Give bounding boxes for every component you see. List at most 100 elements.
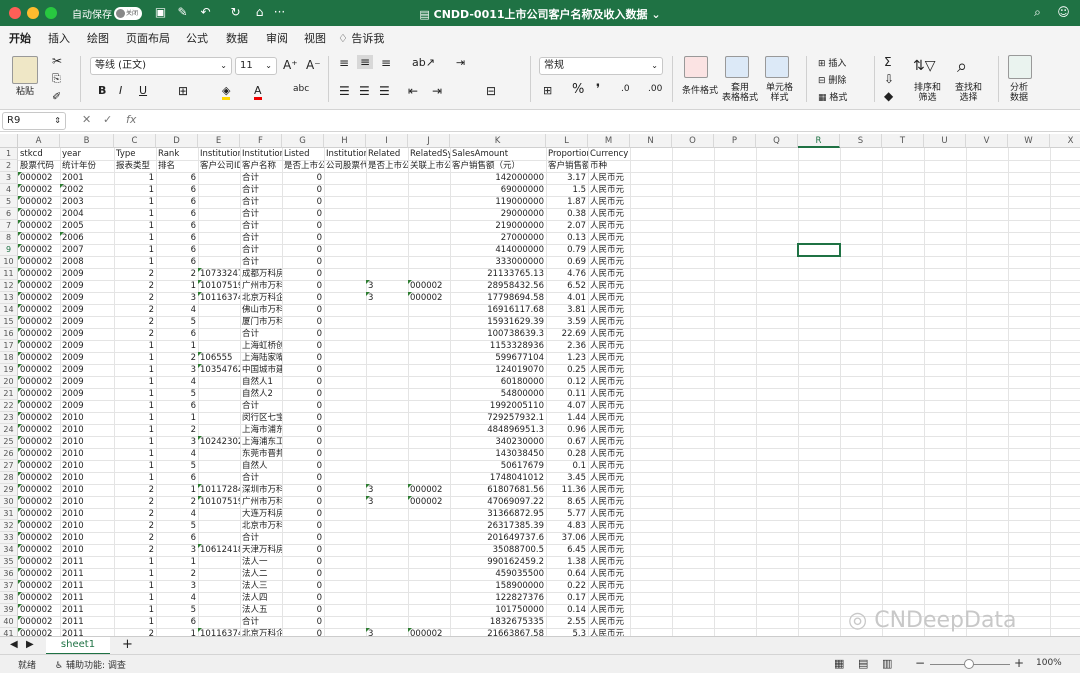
- cell[interactable]: 中国城市建: [240, 364, 282, 376]
- cell[interactable]: 2009: [60, 292, 114, 304]
- cell[interactable]: 000002: [18, 568, 60, 580]
- cell[interactable]: 2011: [60, 568, 114, 580]
- cell[interactable]: 101750000: [450, 604, 546, 616]
- cell[interactable]: 1: [156, 484, 198, 496]
- cell[interactable]: 合计: [240, 616, 282, 628]
- column-header-n[interactable]: N: [630, 134, 672, 148]
- cell[interactable]: 6: [156, 196, 198, 208]
- align-left-icon[interactable]: ☰: [339, 84, 350, 98]
- cell[interactable]: 000002: [18, 580, 60, 592]
- cell[interactable]: 000002: [18, 388, 60, 400]
- cell[interactable]: RelatedSym: [408, 148, 450, 160]
- cell[interactable]: 北京万科企: [240, 628, 282, 636]
- cell[interactable]: 2003: [60, 196, 114, 208]
- decrease-font-icon[interactable]: A⁻: [306, 58, 321, 72]
- page-break-view-icon[interactable]: ▥: [882, 657, 892, 670]
- cell[interactable]: 000002: [18, 508, 60, 520]
- align-center-icon[interactable]: ☰: [359, 84, 370, 98]
- cell[interactable]: 000002: [18, 268, 60, 280]
- cell[interactable]: Rank: [156, 148, 198, 160]
- format-painter-icon[interactable]: ✐: [52, 90, 61, 103]
- cell[interactable]: 10117284: [198, 484, 240, 496]
- row-header[interactable]: 6: [0, 208, 18, 220]
- cell[interactable]: 人民币元: [588, 340, 630, 352]
- cell[interactable]: 1: [114, 340, 156, 352]
- cell[interactable]: 2010: [60, 436, 114, 448]
- cell[interactable]: 2: [114, 280, 156, 292]
- row-header[interactable]: 16: [0, 328, 18, 340]
- cell[interactable]: 人民币元: [588, 556, 630, 568]
- cell[interactable]: 2010: [60, 412, 114, 424]
- cell[interactable]: 1: [156, 628, 198, 636]
- zoom-in-icon[interactable]: +: [1014, 656, 1024, 670]
- cell[interactable]: 客户公司ID: [198, 160, 240, 172]
- cell[interactable]: 4: [156, 448, 198, 460]
- cell[interactable]: 0: [282, 484, 324, 496]
- cell[interactable]: 成都万科房: [240, 268, 282, 280]
- cell[interactable]: 10107519: [198, 280, 240, 292]
- cell[interactable]: 000002: [18, 196, 60, 208]
- cell[interactable]: 0: [282, 520, 324, 532]
- formula-input[interactable]: [148, 112, 1076, 130]
- cell[interactable]: 人民币元: [588, 232, 630, 244]
- cell[interactable]: 2008: [60, 256, 114, 268]
- cell[interactable]: 4: [156, 508, 198, 520]
- cell[interactable]: 合计: [240, 256, 282, 268]
- align-bottom-icon[interactable]: ≡: [381, 56, 391, 70]
- cell[interactable]: 人民币元: [588, 316, 630, 328]
- cell[interactable]: 公司股票代: [324, 160, 366, 172]
- cell[interactable]: 深圳市万科: [240, 484, 282, 496]
- zoom-level[interactable]: 100%: [1036, 658, 1062, 668]
- cell[interactable]: 5: [156, 520, 198, 532]
- column-header-g[interactable]: G: [282, 134, 324, 148]
- enter-icon[interactable]: ✓: [103, 113, 112, 126]
- cell[interactable]: 4: [156, 304, 198, 316]
- row-header[interactable]: 31: [0, 508, 18, 520]
- tell-me[interactable]: ♢ 告诉我: [338, 30, 384, 46]
- cell[interactable]: 000002: [18, 400, 60, 412]
- cell[interactable]: 484896951.3: [450, 424, 546, 436]
- cell[interactable]: 2009: [60, 388, 114, 400]
- cell[interactable]: SalesAmount: [450, 148, 546, 160]
- row-header[interactable]: 9: [0, 244, 18, 256]
- cell[interactable]: 人民币元: [588, 424, 630, 436]
- cell[interactable]: 0: [282, 292, 324, 304]
- cell[interactable]: 人民币元: [588, 364, 630, 376]
- cell[interactable]: 21133765.13: [450, 268, 546, 280]
- cell[interactable]: 000002: [18, 496, 60, 508]
- cell[interactable]: 4.07: [546, 400, 588, 412]
- underline-button[interactable]: U: [139, 84, 147, 97]
- cell[interactable]: 37.06: [546, 532, 588, 544]
- cell[interactable]: 10116374: [198, 292, 240, 304]
- cell[interactable]: 000002: [408, 292, 450, 304]
- align-middle-icon[interactable]: ≡: [357, 55, 374, 69]
- cell[interactable]: 2: [114, 484, 156, 496]
- cell[interactable]: 大连万科房: [240, 508, 282, 520]
- analyze-data-icon[interactable]: [1008, 55, 1032, 79]
- cell[interactable]: 414000000: [450, 244, 546, 256]
- cell[interactable]: 2: [114, 304, 156, 316]
- clear-icon[interactable]: ◆: [884, 89, 893, 103]
- cell[interactable]: 0: [282, 268, 324, 280]
- cell[interactable]: 000002: [408, 484, 450, 496]
- cell[interactable]: 10107519: [198, 496, 240, 508]
- cell[interactable]: 1.5: [546, 184, 588, 196]
- cell[interactable]: 2: [156, 424, 198, 436]
- accounting-icon[interactable]: ⊞: [543, 84, 552, 97]
- column-header-e[interactable]: E: [198, 134, 240, 148]
- row-header[interactable]: 29: [0, 484, 18, 496]
- cell[interactable]: 2009: [60, 400, 114, 412]
- font-color-icon[interactable]: A: [254, 84, 262, 100]
- cell[interactable]: 2011: [60, 556, 114, 568]
- cell[interactable]: 人民币元: [588, 280, 630, 292]
- cell[interactable]: 0.69: [546, 256, 588, 268]
- cell[interactable]: 0.28: [546, 448, 588, 460]
- cell[interactable]: 0: [282, 580, 324, 592]
- cell[interactable]: 69000000: [450, 184, 546, 196]
- cell[interactable]: 1: [114, 376, 156, 388]
- cell[interactable]: 0.11: [546, 388, 588, 400]
- cell[interactable]: 人民币元: [588, 628, 630, 636]
- cell[interactable]: 1: [114, 196, 156, 208]
- cell[interactable]: 厦门市万科: [240, 316, 282, 328]
- cell[interactable]: 1: [114, 352, 156, 364]
